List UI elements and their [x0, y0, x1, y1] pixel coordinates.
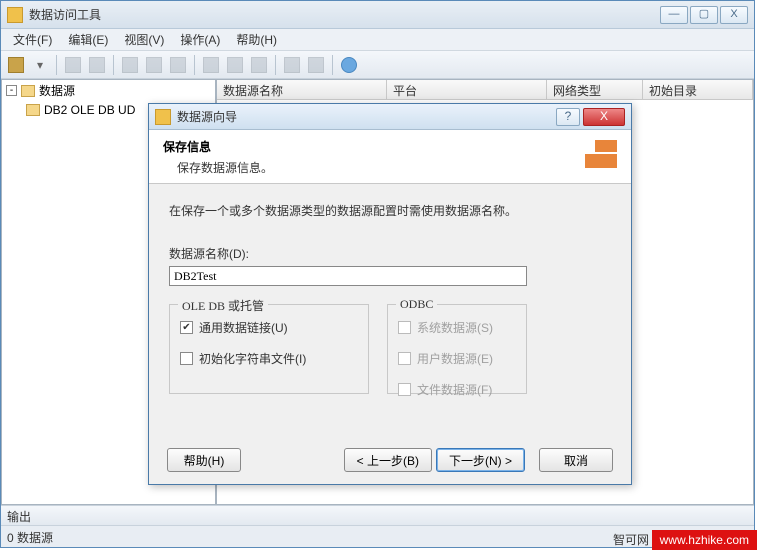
- menu-edit[interactable]: 编辑(E): [60, 29, 116, 50]
- wizard-titlebar-help-button[interactable]: ?: [556, 108, 580, 126]
- menubar: 文件(F) 编辑(E) 视图(V) 操作(A) 帮助(H): [1, 29, 754, 51]
- toolbar-separator: [56, 55, 57, 75]
- wizard-logo-icon: [577, 139, 617, 175]
- toolbar-separator: [332, 55, 333, 75]
- checkbox-init-row[interactable]: 初始化字符串文件(I): [180, 350, 358, 367]
- grid-col-initcat[interactable]: 初始目录: [643, 80, 753, 99]
- grid-header: 数据源名称 平台 网络类型 初始目录: [217, 80, 753, 100]
- checkbox-icon: [398, 352, 411, 365]
- folder-icon: [26, 104, 40, 116]
- checkbox-icon: [398, 383, 411, 396]
- wizard-dialog: 数据源向导 ? X 保存信息 保存数据源信息。 在保存一个或多个数据源类型的数据…: [148, 103, 632, 485]
- toolbar-btn-icon: [248, 54, 270, 76]
- wizard-header-subtitle: 保存数据源信息。: [163, 159, 577, 176]
- checkbox-user-row: 用户数据源(E): [398, 350, 516, 367]
- menu-action[interactable]: 操作(A): [172, 29, 228, 50]
- checkbox-icon[interactable]: ✔: [180, 321, 193, 334]
- wizard-header: 保存信息 保存数据源信息。: [149, 130, 631, 184]
- main-titlebar[interactable]: 数据访问工具 — ▢ X: [1, 1, 754, 29]
- menu-file[interactable]: 文件(F): [5, 29, 60, 50]
- main-title: 数据访问工具: [29, 6, 658, 23]
- fieldset-oledb-legend: OLE DB 或托管: [178, 297, 268, 314]
- toolbar-new-icon[interactable]: [5, 54, 27, 76]
- datasource-name-input[interactable]: [169, 266, 527, 286]
- toolbar-btn-icon: [200, 54, 222, 76]
- checkbox-icon[interactable]: [180, 352, 193, 365]
- toolbar-separator: [113, 55, 114, 75]
- toolbar-separator: [275, 55, 276, 75]
- wizard-note: 在保存一个或多个数据源类型的数据源配置时需使用数据源名称。: [169, 202, 611, 219]
- fieldset-odbc-legend: ODBC: [396, 297, 437, 312]
- checkbox-udl-label: 通用数据链接(U): [199, 319, 288, 336]
- wizard-header-title: 保存信息: [163, 138, 577, 155]
- toolbar-btn-icon: [62, 54, 84, 76]
- tree-root[interactable]: - 数据源: [2, 80, 215, 101]
- wizard-body: 在保存一个或多个数据源类型的数据源配置时需使用数据源名称。 数据源名称(D): …: [149, 184, 631, 404]
- tree-root-label: 数据源: [39, 82, 75, 99]
- wizard-close-button[interactable]: X: [583, 108, 625, 126]
- checkbox-icon: [398, 321, 411, 334]
- grid-col-nettype[interactable]: 网络类型: [547, 80, 643, 99]
- wizard-icon: [155, 109, 171, 125]
- checkbox-file-row: 文件数据源(F): [398, 381, 516, 398]
- menu-help[interactable]: 帮助(H): [228, 29, 285, 50]
- menu-view[interactable]: 视图(V): [116, 29, 172, 50]
- watermark-url: www.hzhike.com: [652, 530, 757, 550]
- toolbar: ▾: [1, 51, 754, 79]
- toolbar-btn-icon: [143, 54, 165, 76]
- checkbox-udl-row[interactable]: ✔ 通用数据链接(U): [180, 319, 358, 336]
- collapse-icon[interactable]: -: [6, 85, 17, 96]
- fieldset-oledb: OLE DB 或托管 ✔ 通用数据链接(U) 初始化字符串文件(I): [169, 304, 369, 394]
- wizard-title: 数据源向导: [177, 108, 556, 125]
- datasource-name-label: 数据源名称(D):: [169, 245, 611, 262]
- toolbar-dropdown-icon[interactable]: ▾: [29, 54, 51, 76]
- cancel-button[interactable]: 取消: [539, 448, 613, 472]
- toolbar-btn-icon: [119, 54, 141, 76]
- close-button[interactable]: X: [720, 6, 748, 24]
- tree-item-label: DB2 OLE DB UD: [44, 103, 135, 117]
- output-panel-header[interactable]: 输出: [1, 505, 754, 525]
- grid-col-name[interactable]: 数据源名称: [217, 80, 387, 99]
- back-button[interactable]: < 上一步(B): [344, 448, 432, 472]
- wizard-titlebar[interactable]: 数据源向导 ? X: [149, 104, 631, 130]
- maximize-button[interactable]: ▢: [690, 6, 718, 24]
- toolbar-btn-icon: [281, 54, 303, 76]
- app-icon: [7, 7, 23, 23]
- toolbar-separator: [194, 55, 195, 75]
- minimize-button[interactable]: —: [660, 6, 688, 24]
- toolbar-btn-icon: [86, 54, 108, 76]
- toolbar-help-icon[interactable]: [338, 54, 360, 76]
- watermark-brand: 智可网: [613, 531, 649, 548]
- toolbar-btn-icon: [167, 54, 189, 76]
- checkbox-sys-label: 系统数据源(S): [417, 319, 493, 336]
- toolbar-btn-icon: [224, 54, 246, 76]
- next-button[interactable]: 下一步(N) >: [436, 448, 525, 472]
- help-button[interactable]: 帮助(H): [167, 448, 241, 472]
- checkbox-user-label: 用户数据源(E): [417, 350, 493, 367]
- checkbox-sys-row: 系统数据源(S): [398, 319, 516, 336]
- toolbar-btn-icon: [305, 54, 327, 76]
- grid-col-platform[interactable]: 平台: [387, 80, 547, 99]
- fieldset-odbc: ODBC 系统数据源(S) 用户数据源(E) 文件数据源(F): [387, 304, 527, 394]
- folder-icon: [21, 85, 35, 97]
- checkbox-file-label: 文件数据源(F): [417, 381, 492, 398]
- checkbox-init-label: 初始化字符串文件(I): [199, 350, 306, 367]
- wizard-button-row: 帮助(H) < 上一步(B) 下一步(N) > 取消: [149, 448, 631, 472]
